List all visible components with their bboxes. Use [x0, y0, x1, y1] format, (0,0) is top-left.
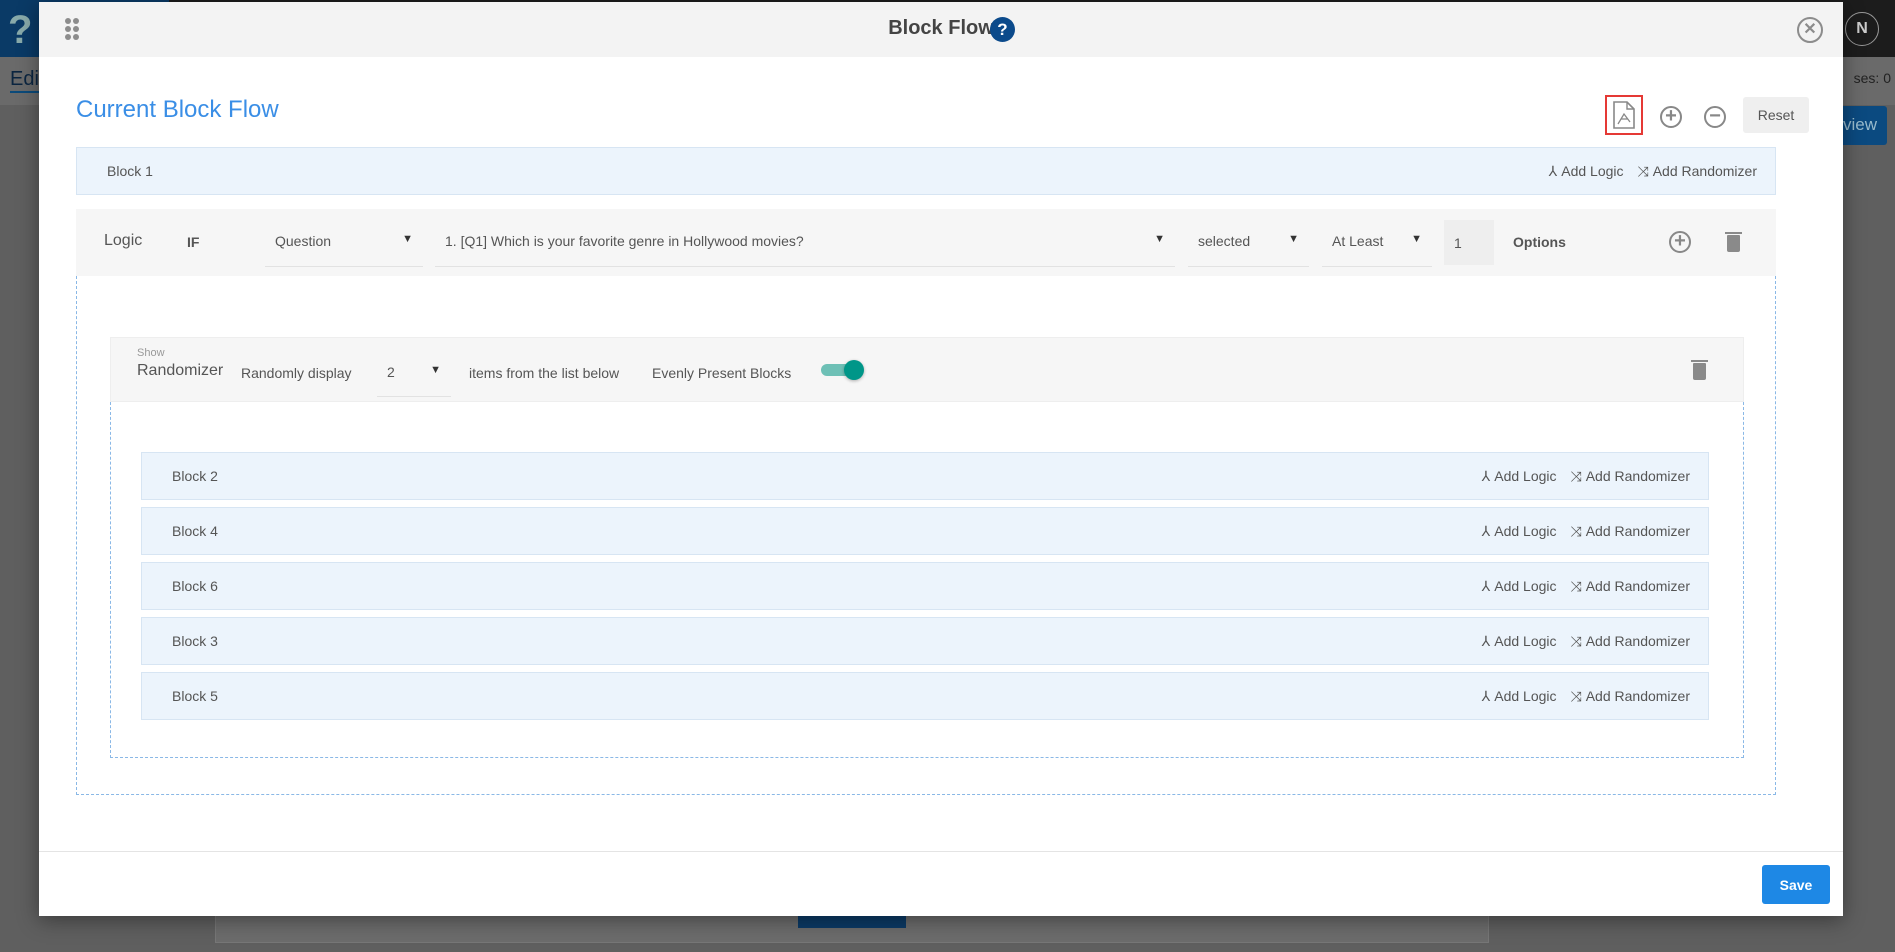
display-count-select[interactable]: 2 ▼ [377, 342, 451, 397]
page-title: Current Block Flow [76, 96, 279, 123]
add-randomizer-button[interactable]: ⤨ Add Randomizer [1571, 523, 1690, 540]
block-row[interactable]: Block 3 ⅄ Add Logic ⤨ Add Randomizer [141, 617, 1709, 665]
footer-divider [39, 851, 1843, 852]
shuffle-icon: ⤨ [1637, 162, 1649, 179]
branch-icon: ⅄ [1481, 522, 1491, 539]
add-randomizer-button[interactable]: ⤨ Add Randomizer [1571, 633, 1690, 650]
caret-down-icon: ▼ [1154, 233, 1165, 245]
reset-button[interactable]: Reset [1743, 97, 1809, 133]
add-condition-icon[interactable]: + [1669, 231, 1691, 253]
avatar[interactable]: N [1845, 12, 1879, 46]
save-button[interactable]: Save [1762, 865, 1830, 904]
add-logic-label: Add Logic [1494, 688, 1557, 704]
logic-type-select[interactable]: Question ▼ [265, 217, 423, 267]
add-randomizer-label: Add Randomizer [1585, 688, 1690, 704]
caret-down-icon: ▼ [430, 364, 441, 376]
add-randomizer-label: Add Randomizer [1652, 163, 1757, 179]
condition-value: selected [1198, 233, 1251, 249]
branch-icon: ⅄ [1481, 687, 1491, 704]
block-row[interactable]: Block 4 ⅄ Add Logic ⤨ Add Randomizer [141, 507, 1709, 555]
add-logic-label: Add Logic [1494, 633, 1557, 649]
add-randomizer-button[interactable]: ⤨ Add Randomizer [1571, 468, 1690, 485]
pdf-export-button[interactable] [1605, 95, 1643, 135]
shuffle-icon: ⤨ [1570, 522, 1582, 539]
block-label: Block 1 [107, 163, 153, 179]
zoom-in-icon[interactable]: + [1660, 106, 1682, 128]
modal-header: Block Flow ? ✕ [39, 2, 1843, 57]
zoom-out-icon[interactable]: − [1704, 106, 1726, 128]
quantifier-select[interactable]: At Least ▼ [1322, 217, 1432, 267]
add-logic-button[interactable]: ⅄ Add Logic [1482, 633, 1557, 650]
logic-row: Logic IF Question ▼ 1. [Q1] Which is your… [76, 209, 1776, 276]
branch-icon: ⅄ [1481, 632, 1491, 649]
caret-down-icon: ▼ [1411, 233, 1422, 245]
block-row[interactable]: Block 1 ⅄ Add Logic ⤨ Add Randomizer [76, 147, 1776, 195]
branch-icon: ⅄ [1481, 577, 1491, 594]
shuffle-icon: ⤨ [1570, 687, 1582, 704]
evenly-present-toggle[interactable] [821, 360, 864, 380]
delete-logic-icon[interactable] [1725, 232, 1742, 252]
items-label: items from the list below [469, 365, 620, 381]
question-value: 1. [Q1] Which is your favorite genre in … [445, 233, 804, 249]
block-label: Block 5 [172, 688, 218, 704]
evenly-present-label: Evenly Present Blocks [652, 365, 792, 381]
condition-select[interactable]: selected ▼ [1188, 217, 1309, 267]
add-logic-button[interactable]: ⅄ Add Logic [1549, 163, 1624, 180]
block-row[interactable]: Block 6 ⅄ Add Logic ⤨ Add Randomizer [141, 562, 1709, 610]
randomizer-row: Show Randomizer Randomly display 2 ▼ item… [110, 337, 1744, 402]
pdf-icon [1613, 101, 1635, 129]
add-logic-button[interactable]: ⅄ Add Logic [1482, 468, 1557, 485]
view-button[interactable]: view [1837, 106, 1887, 145]
caret-down-icon: ▼ [402, 233, 413, 245]
logic-type-value: Question [275, 233, 332, 249]
display-count-value: 2 [387, 364, 395, 380]
block-label: Block 3 [172, 633, 218, 649]
branch-icon: ⅄ [1481, 467, 1491, 484]
randomly-display-label: Randomly display [241, 365, 352, 381]
block-flow-modal: Block Flow ? ✕ Current Block Flow + − Re… [39, 2, 1843, 916]
shuffle-icon: ⤨ [1570, 632, 1582, 649]
add-logic-label: Add Logic [1494, 523, 1557, 539]
block-label: Block 4 [172, 523, 218, 539]
add-logic-label: Add Logic [1561, 163, 1624, 179]
count-input[interactable]: 1 [1444, 220, 1494, 265]
quantifier-value: At Least [1332, 233, 1384, 249]
add-randomizer-label: Add Randomizer [1585, 578, 1690, 594]
add-logic-label: Add Logic [1494, 578, 1557, 594]
block-row[interactable]: Block 2 ⅄ Add Logic ⤨ Add Randomizer [141, 452, 1709, 500]
branch-icon: ⅄ [1548, 162, 1558, 179]
add-randomizer-label: Add Randomizer [1585, 633, 1690, 649]
help-icon[interactable]: ? [990, 17, 1015, 42]
add-randomizer-button[interactable]: ⤨ Add Randomizer [1571, 578, 1690, 595]
logic-label: Logic [104, 232, 143, 249]
block-row[interactable]: Block 5 ⅄ Add Logic ⤨ Add Randomizer [141, 672, 1709, 720]
block-label: Block 6 [172, 578, 218, 594]
if-label: IF [187, 234, 200, 250]
add-logic-button[interactable]: ⅄ Add Logic [1482, 688, 1557, 705]
responses-count: ses: 0 [1853, 70, 1891, 86]
show-label: Show [137, 347, 165, 359]
close-icon[interactable]: ✕ [1797, 17, 1823, 43]
add-randomizer-label: Add Randomizer [1585, 523, 1690, 539]
delete-randomizer-icon[interactable] [1691, 360, 1708, 380]
add-logic-button[interactable]: ⅄ Add Logic [1482, 578, 1557, 595]
caret-down-icon: ▼ [1288, 233, 1299, 245]
question-select[interactable]: 1. [Q1] Which is your favorite genre in … [435, 217, 1175, 267]
shuffle-icon: ⤨ [1570, 467, 1582, 484]
add-randomizer-button[interactable]: ⤨ Add Randomizer [1571, 688, 1690, 705]
modal-title: Block Flow [888, 17, 994, 39]
add-randomizer-button[interactable]: ⤨ Add Randomizer [1638, 163, 1757, 180]
add-randomizer-label: Add Randomizer [1585, 468, 1690, 484]
add-logic-button[interactable]: ⅄ Add Logic [1482, 523, 1557, 540]
add-logic-label: Add Logic [1494, 468, 1557, 484]
shuffle-icon: ⤨ [1570, 577, 1582, 594]
block-label: Block 2 [172, 468, 218, 484]
randomizer-label: Randomizer [137, 362, 224, 379]
options-label: Options [1513, 234, 1566, 250]
